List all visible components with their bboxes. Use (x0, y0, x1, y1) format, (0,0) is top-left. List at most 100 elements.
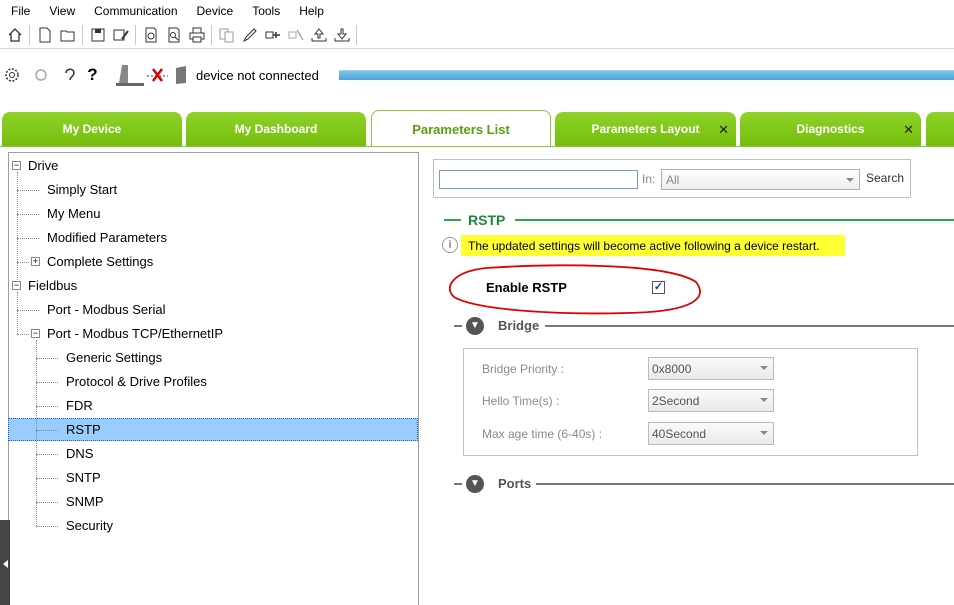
device-icon (114, 63, 144, 87)
tree-item-security[interactable]: Security (66, 515, 113, 537)
expand-icon[interactable]: + (31, 257, 40, 266)
tree-item-modified-parameters[interactable]: Modified Parameters (47, 227, 167, 249)
enable-rstp-label: Enable RSTP (486, 280, 567, 295)
tab-parameters-layout[interactable]: Parameters Layout ✕ (555, 112, 736, 146)
close-icon[interactable]: ✕ (903, 122, 914, 138)
hearing-icon[interactable] (61, 67, 78, 84)
tab-diagnostics[interactable]: Diagnostics ✕ (740, 112, 921, 146)
toolbar-separator (135, 25, 136, 45)
edit-icon[interactable] (241, 27, 258, 44)
tree-line (17, 334, 29, 335)
menu-help[interactable]: Help (288, 4, 332, 18)
upload-icon[interactable] (310, 27, 327, 44)
bridge-priority-label: Bridge Priority : (482, 362, 565, 376)
open-folder-icon[interactable] (59, 27, 76, 44)
find-icon[interactable] (165, 27, 182, 44)
tree-line (17, 238, 39, 239)
compare-icon[interactable] (218, 27, 235, 44)
download-icon[interactable] (333, 27, 350, 44)
tree-line (36, 526, 58, 527)
search-scope-value: All (666, 173, 680, 187)
tree-item-complete-settings[interactable]: Complete Settings (47, 251, 153, 273)
help-icon[interactable]: ? (84, 65, 101, 84)
tree-item-snmp[interactable]: SNMP (66, 491, 104, 513)
tree-line (17, 190, 39, 191)
tree-item-port-modbus-serial[interactable]: Port - Modbus Serial (47, 299, 166, 321)
home-icon[interactable] (6, 27, 23, 44)
new-file-icon[interactable] (36, 27, 53, 44)
close-icon[interactable]: ✕ (718, 122, 729, 138)
tree-item-simply-start[interactable]: Simply Start (47, 179, 117, 201)
tree-line (36, 478, 58, 479)
chevron-down-icon (760, 431, 768, 435)
save-icon[interactable] (89, 27, 106, 44)
settings-gear-icon[interactable] (3, 67, 20, 84)
tab-parameters-list[interactable]: Parameters List (371, 110, 551, 147)
collapse-icon[interactable]: − (31, 329, 40, 338)
menu-device[interactable]: Device (186, 4, 242, 18)
tree-item-fdr[interactable]: FDR (66, 395, 93, 417)
search-input[interactable] (439, 170, 638, 189)
collapse-chevron-icon[interactable]: ▼ (466, 475, 484, 493)
save-as-icon[interactable] (112, 27, 129, 44)
collapse-icon[interactable]: − (12, 161, 21, 170)
hello-time-value: 2Second (652, 394, 700, 408)
tree-line (36, 382, 58, 383)
search-scope-select[interactable]: All (661, 169, 860, 190)
group-title-bridge: Bridge (498, 318, 540, 333)
tree-line (17, 214, 39, 215)
side-panel-handle[interactable] (0, 520, 10, 605)
toolbar-separator (82, 25, 83, 45)
group-divider (454, 325, 462, 327)
tree-line (17, 262, 29, 263)
group-divider (545, 325, 954, 327)
tree-item-my-menu[interactable]: My Menu (47, 203, 100, 225)
collapse-chevron-icon[interactable]: ▼ (466, 317, 484, 335)
tree-item-protocol-drive-profiles[interactable]: Protocol & Drive Profiles (66, 371, 207, 393)
menu-file[interactable]: File (0, 4, 38, 18)
menu-tools[interactable]: Tools (241, 4, 288, 18)
tree-line (36, 406, 58, 407)
chevron-down-icon (846, 178, 854, 182)
connection-progress-bar (339, 70, 954, 80)
max-age-select[interactable]: 40Second (648, 422, 774, 445)
menu-bar: File View Communication Device Tools Hel… (0, 0, 954, 22)
tree-item-generic-settings[interactable]: Generic Settings (66, 347, 162, 369)
group-divider (536, 483, 954, 485)
tree-item-port-modbus-tcp[interactable]: Port - Modbus TCP/EthernetIP (47, 323, 223, 345)
tree-line (17, 310, 39, 311)
search-button[interactable]: Search (866, 171, 904, 185)
tree-line (17, 292, 18, 334)
bridge-priority-value: 0x8000 (652, 362, 692, 376)
tab-my-dashboard[interactable]: My Dashboard (186, 112, 366, 146)
collapse-icon[interactable]: − (12, 281, 21, 290)
search-in-label: In: (642, 172, 656, 186)
tree-item-drive[interactable]: Drive (28, 155, 58, 177)
enable-rstp-checkbox[interactable]: ✓ (652, 281, 665, 294)
tree-item-sntp[interactable]: SNTP (66, 467, 101, 489)
max-age-value: 40Second (652, 427, 707, 441)
tree-line (36, 454, 58, 455)
tree-item-dns[interactable]: DNS (66, 443, 93, 465)
tree-item-rstp[interactable]: RSTP (66, 419, 101, 441)
tab-label: My Device (62, 122, 122, 136)
group-title-ports: Ports (498, 476, 532, 491)
menu-view[interactable]: View (38, 4, 83, 18)
hello-time-select[interactable]: 2Second (648, 389, 774, 412)
tab-my-device[interactable]: My Device (2, 112, 182, 146)
info-icon: i (442, 237, 458, 253)
refresh-icon[interactable] (32, 67, 49, 84)
tab-overflow[interactable] (926, 112, 954, 146)
print-preview-icon[interactable] (142, 27, 159, 44)
bridge-priority-select[interactable]: 0x8000 (648, 357, 774, 380)
disconnect-icon[interactable] (287, 27, 304, 44)
tab-label: Parameters List (412, 121, 510, 137)
tab-label: My Dashboard (234, 122, 318, 136)
tree-line (36, 502, 58, 503)
connect-icon[interactable] (264, 27, 281, 44)
tree-item-fieldbus[interactable]: Fieldbus (28, 275, 77, 297)
max-age-label: Max age time (6-40s) : (482, 427, 603, 441)
print-icon[interactable] (188, 27, 205, 44)
tree-line (36, 340, 37, 526)
menu-communication[interactable]: Communication (83, 4, 185, 18)
